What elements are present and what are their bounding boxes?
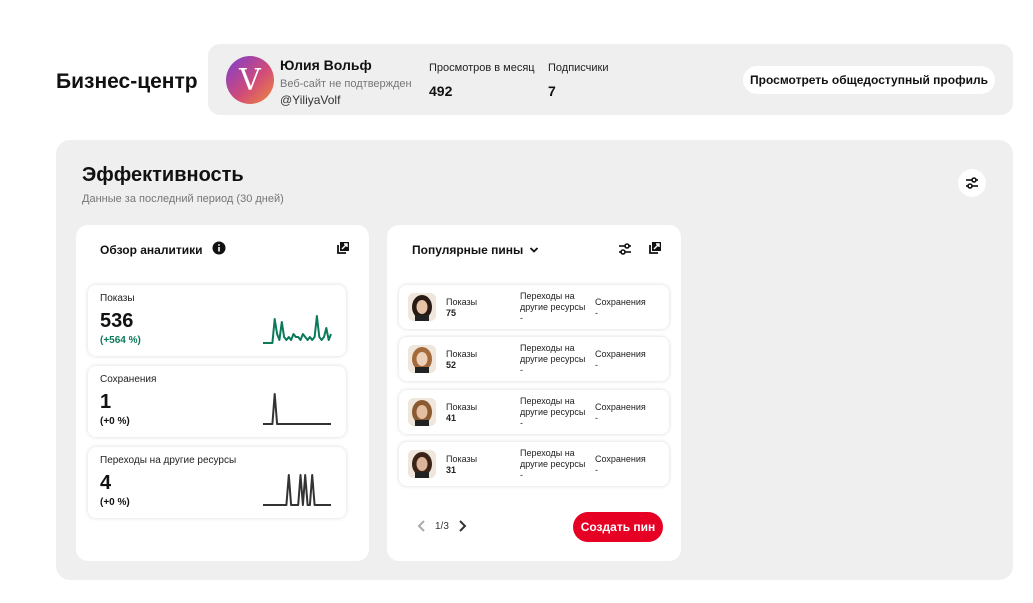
pin-impressions-label: Показы: [446, 349, 478, 359]
pin-thumbnail[interactable]: [408, 293, 436, 321]
performance-subtitle: Данные за последний период (30 дней): [82, 193, 284, 205]
chevron-right-icon[interactable]: [457, 519, 467, 533]
metric-value: 4: [100, 472, 112, 494]
avatar[interactable]: V: [226, 56, 274, 104]
metric-saves[interactable]: Сохранения 1 (+0 %): [88, 366, 346, 437]
pin-image: [408, 450, 436, 478]
monthly-views-value: 492: [429, 83, 453, 99]
pin-outbound-value: -: [520, 365, 523, 375]
pagination: 1/3: [417, 519, 467, 533]
popular-pins-dropdown[interactable]: Популярные пины: [412, 243, 539, 257]
followers-label: Подписчики: [548, 62, 609, 74]
page-title: Бизнес-центр: [56, 70, 198, 93]
metric-change: (+564 %): [100, 335, 141, 346]
chevron-left-icon[interactable]: [417, 519, 427, 533]
metric-label: Сохранения: [100, 374, 157, 385]
metric-impressions[interactable]: Показы 536 (+564 %): [88, 285, 346, 356]
metric-value: 536: [100, 310, 134, 332]
user-name: Юлия Вольф: [280, 57, 372, 73]
external-link-icon[interactable]: [336, 241, 350, 255]
pin-saves-label: Сохранения: [595, 349, 646, 359]
pin-saves-value: -: [595, 465, 598, 475]
chevron-down-icon: [530, 247, 539, 253]
create-pin-button[interactable]: Создать пин: [573, 512, 663, 542]
metric-label: Переходы на другие ресурсы: [100, 455, 237, 466]
sparkline-line: [263, 393, 331, 425]
metric-label: Показы: [100, 293, 135, 304]
pin-outbound-label: Переходы на другие ресурсы: [520, 448, 586, 469]
metric-value: 1: [100, 391, 112, 413]
popular-pins-card: Популярные пины Показы 75 Переходы на друг…: [387, 225, 681, 561]
pin-outbound-label: Переходы на другие ресурсы: [520, 343, 586, 364]
pin-outbound-value: -: [520, 418, 523, 428]
external-link-icon[interactable]: [648, 241, 662, 255]
pin-image: [408, 345, 436, 373]
user-handle: @YiliyaVolf: [280, 93, 341, 107]
sliders-icon[interactable]: [618, 242, 632, 256]
performance-panel: Эффективность Данные за последний период…: [56, 140, 1013, 580]
metric-change: (+0 %): [100, 416, 130, 427]
pin-impressions-label: Показы: [446, 402, 478, 412]
pin-row[interactable]: Показы 75 Переходы на другие ресурсы - Сохра…: [399, 285, 669, 329]
analytics-overview-card: Обзор аналитики Показы 536 (+564 %) Сохр…: [76, 225, 369, 561]
sparkline-chart: [263, 393, 331, 425]
profile-header: V Юлия Вольф Веб-сайт не подтвержден @Yi…: [208, 44, 1013, 115]
pin-saves-label: Сохранения: [595, 454, 646, 464]
pin-thumbnail[interactable]: [408, 345, 436, 373]
pin-image: [408, 293, 436, 321]
sparkline-line: [263, 474, 331, 506]
pin-impressions-label: Показы: [446, 454, 478, 464]
pin-outbound-value: -: [520, 313, 523, 323]
popular-pins-title: Популярные пины: [412, 243, 524, 257]
pin-saves-value: -: [595, 360, 598, 370]
pin-outbound-value: -: [520, 470, 523, 480]
pin-saves-label: Сохранения: [595, 402, 646, 412]
view-public-profile-button[interactable]: Просмотреть общедоступный профиль: [743, 66, 995, 94]
sparkline-chart: [263, 474, 331, 506]
sparkline-chart: [263, 315, 332, 344]
performance-title: Эффективность: [82, 164, 244, 186]
pin-thumbnail[interactable]: [408, 398, 436, 426]
pin-impressions-value: 31: [446, 465, 457, 475]
pin-row[interactable]: Показы 52 Переходы на другие ресурсы - Сохра…: [399, 337, 669, 381]
monthly-views-label: Просмотров в месяц: [429, 62, 535, 74]
followers-value: 7: [548, 83, 556, 99]
avatar-letter: V: [239, 62, 261, 98]
pin-impressions-value: 41: [446, 413, 457, 423]
page-indicator: 1/3: [435, 520, 449, 532]
sparkline-line: [263, 315, 332, 344]
website-status: Веб-сайт не подтвержден: [280, 78, 412, 90]
pin-outbound-label: Переходы на другие ресурсы: [520, 291, 586, 312]
pin-saves-label: Сохранения: [595, 297, 646, 307]
pin-thumbnail[interactable]: [408, 450, 436, 478]
pin-impressions-value: 75: [446, 308, 457, 318]
pin-saves-value: -: [595, 308, 598, 318]
metric-outbound-clicks[interactable]: Переходы на другие ресурсы 4 (+0 %): [88, 447, 346, 518]
pin-row[interactable]: Показы 41 Переходы на другие ресурсы - Сохра…: [399, 390, 669, 434]
pin-saves-value: -: [595, 413, 598, 423]
analytics-title: Обзор аналитики: [100, 243, 203, 257]
sliders-icon: [966, 177, 978, 189]
pin-row[interactable]: Показы 31 Переходы на другие ресурсы - Сохра…: [399, 442, 669, 486]
pin-image: [408, 398, 436, 426]
metric-change: (+0 %): [100, 497, 130, 508]
info-icon[interactable]: [212, 241, 226, 255]
performance-filter-button[interactable]: [958, 169, 986, 197]
pin-impressions-label: Показы: [446, 297, 478, 307]
pin-outbound-label: Переходы на другие ресурсы: [520, 396, 586, 417]
pin-impressions-value: 52: [446, 360, 457, 370]
